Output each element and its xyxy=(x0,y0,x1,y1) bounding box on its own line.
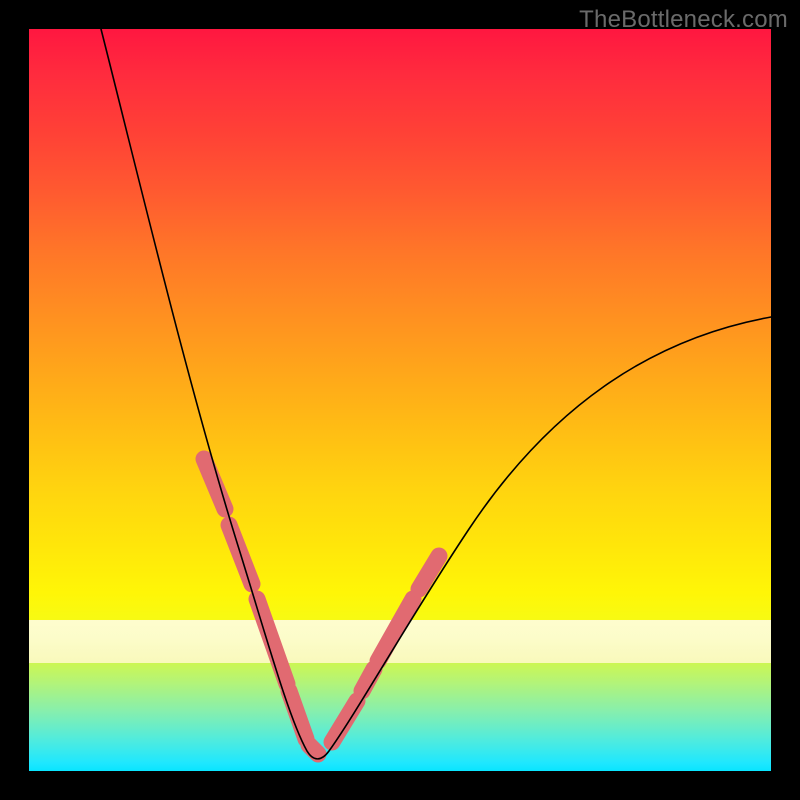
highlight-seg-r2 xyxy=(362,669,374,691)
plot-area xyxy=(29,29,771,771)
highlight-seg-r1 xyxy=(332,701,357,742)
highlight-seg-l5 xyxy=(309,745,318,754)
highlight-seg-r4 xyxy=(419,556,439,589)
highlight-seg-l3 xyxy=(257,599,287,684)
attribution-label: TheBottleneck.com xyxy=(579,6,788,34)
curve-layer xyxy=(29,29,771,771)
chart-stage: TheBottleneck.com xyxy=(0,0,800,800)
v-curve xyxy=(101,29,771,759)
highlight-seg-r3 xyxy=(378,599,413,661)
